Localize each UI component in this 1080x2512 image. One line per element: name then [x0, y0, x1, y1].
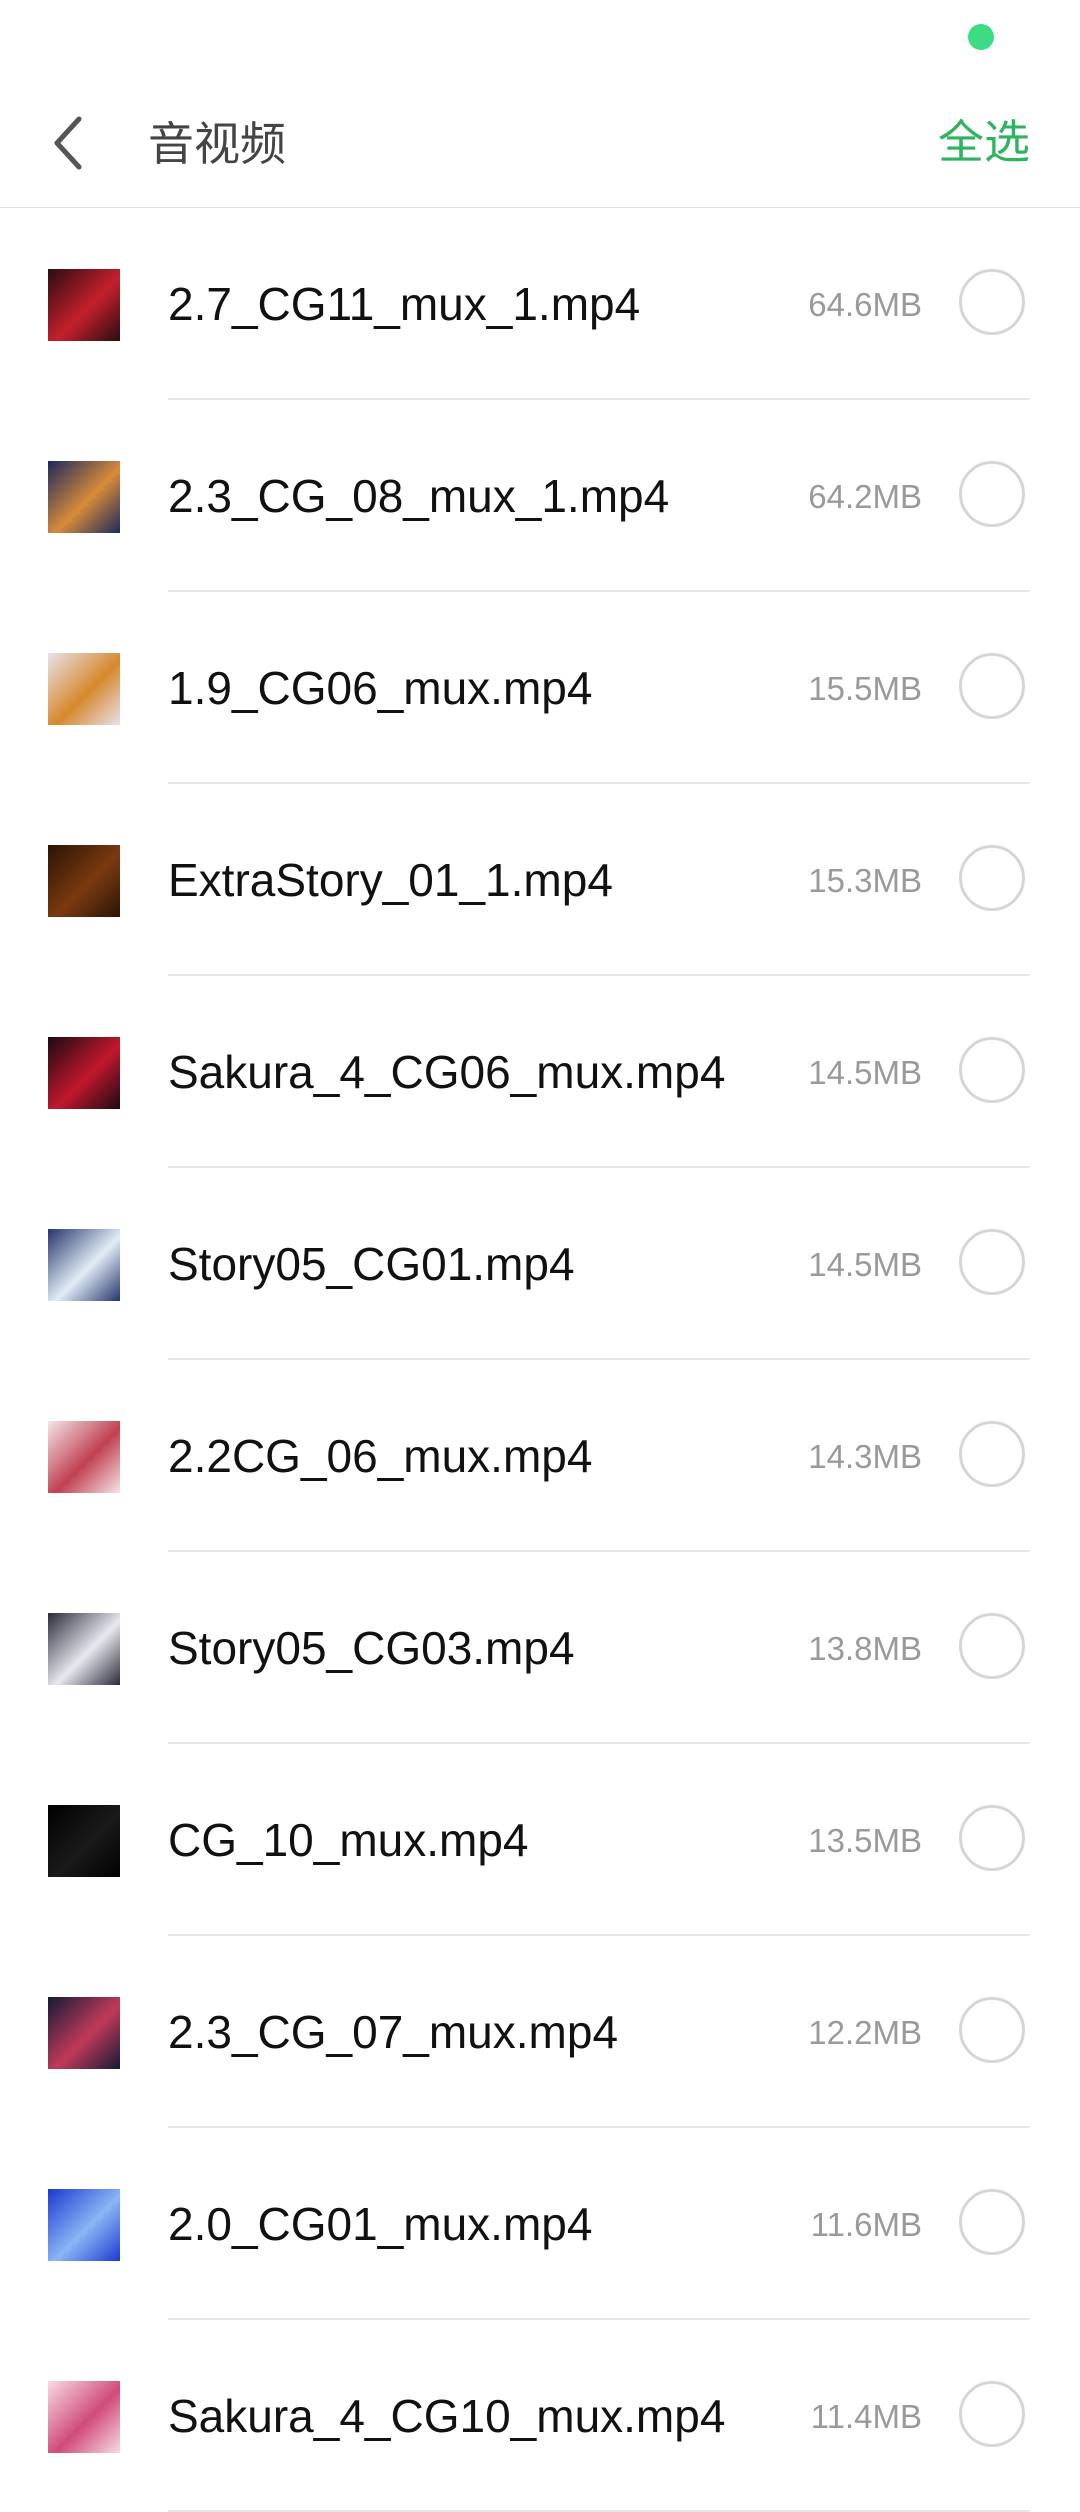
file-row[interactable]: 2.2CG_06_mux.mp4 14.3MB — [0, 1360, 1080, 1552]
notification-dot-icon — [968, 24, 994, 50]
file-name: 2.2CG_06_mux.mp4 — [168, 1430, 593, 1482]
video-thumbnail — [48, 1613, 120, 1685]
file-size: 11.4MB — [810, 2398, 922, 2435]
file-size: 11.6MB — [810, 2206, 922, 2243]
select-checkbox[interactable] — [959, 269, 1025, 335]
page-title: 音视频 — [148, 117, 286, 171]
file-name: 2.7_CG11_mux_1.mp4 — [168, 278, 641, 330]
select-checkbox[interactable] — [959, 1421, 1025, 1487]
file-name: 2.3_CG_07_mux.mp4 — [168, 2006, 619, 2058]
file-row[interactable]: Story05_CG01.mp4 14.5MB — [0, 1168, 1080, 1360]
file-row[interactable]: 2.0_CG01_mux.mp4 11.6MB — [0, 2128, 1080, 2320]
file-row[interactable]: 2.3_CG_07_mux.mp4 12.2MB — [0, 1936, 1080, 2128]
file-size: 15.3MB — [808, 862, 922, 899]
file-name: 2.0_CG01_mux.mp4 — [168, 2198, 593, 2250]
file-row[interactable]: CG_10_mux.mp4 13.5MB — [0, 1744, 1080, 1936]
video-thumbnail — [48, 1037, 120, 1109]
file-row[interactable]: ExtraStory_01_1.mp4 15.3MB — [0, 784, 1080, 976]
select-checkbox[interactable] — [959, 1613, 1025, 1679]
file-name: 2.3_CG_08_mux_1.mp4 — [168, 470, 670, 522]
select-checkbox[interactable] — [959, 2189, 1025, 2255]
video-thumbnail — [48, 653, 120, 725]
video-thumbnail — [48, 269, 120, 341]
status-bar — [0, 0, 1080, 80]
file-name: ExtraStory_01_1.mp4 — [168, 854, 613, 906]
file-name: Story05_CG01.mp4 — [168, 1238, 575, 1290]
file-name: 1.9_CG06_mux.mp4 — [168, 662, 593, 714]
select-all-button[interactable]: 全选 — [938, 112, 1030, 172]
file-row[interactable]: Sakura_4_CG10_mux.mp4 11.4MB — [0, 2320, 1080, 2512]
video-thumbnail — [48, 461, 120, 533]
file-name: Sakura_4_CG10_mux.mp4 — [168, 2390, 726, 2442]
file-row[interactable]: 2.7_CG11_mux_1.mp4 64.6MB — [0, 208, 1080, 400]
file-name: Story05_CG03.mp4 — [168, 1622, 575, 1674]
select-checkbox[interactable] — [959, 1229, 1025, 1295]
video-thumbnail — [48, 1421, 120, 1493]
top-app-bar: 音视频 全选 — [0, 80, 1080, 208]
select-checkbox[interactable] — [959, 461, 1025, 527]
file-size: 14.5MB — [808, 1054, 922, 1091]
file-size: 64.6MB — [808, 286, 922, 323]
file-size: 15.5MB — [808, 670, 922, 707]
file-size: 14.3MB — [808, 1438, 922, 1475]
video-thumbnail — [48, 2381, 120, 2453]
back-button[interactable] — [36, 110, 102, 176]
video-thumbnail — [48, 2189, 120, 2261]
file-size: 14.5MB — [808, 1246, 922, 1283]
file-size: 64.2MB — [808, 478, 922, 515]
file-row[interactable]: 1.9_CG06_mux.mp4 15.5MB — [0, 592, 1080, 784]
file-name: CG_10_mux.mp4 — [168, 1814, 529, 1866]
select-checkbox[interactable] — [959, 1037, 1025, 1103]
select-checkbox[interactable] — [959, 653, 1025, 719]
video-thumbnail — [48, 1229, 120, 1301]
select-checkbox[interactable] — [959, 845, 1025, 911]
chevron-left-icon — [54, 116, 82, 170]
video-thumbnail — [48, 1997, 120, 2069]
file-size: 12.2MB — [808, 2014, 922, 2051]
video-thumbnail — [48, 1805, 120, 1877]
file-row[interactable]: 2.3_CG_08_mux_1.mp4 64.2MB — [0, 400, 1080, 592]
select-checkbox[interactable] — [959, 1805, 1025, 1871]
file-name: Sakura_4_CG06_mux.mp4 — [168, 1046, 726, 1098]
file-size: 13.5MB — [808, 1822, 922, 1859]
file-row[interactable]: Sakura_4_CG06_mux.mp4 14.5MB — [0, 976, 1080, 1168]
video-thumbnail — [48, 845, 120, 917]
select-checkbox[interactable] — [959, 1997, 1025, 2063]
select-checkbox[interactable] — [959, 2381, 1025, 2447]
file-size: 13.8MB — [808, 1630, 922, 1667]
file-row[interactable]: Story05_CG03.mp4 13.8MB — [0, 1552, 1080, 1744]
file-list: 2.7_CG11_mux_1.mp4 64.6MB 2.3_CG_08_mux_1.… — [0, 208, 1080, 2512]
